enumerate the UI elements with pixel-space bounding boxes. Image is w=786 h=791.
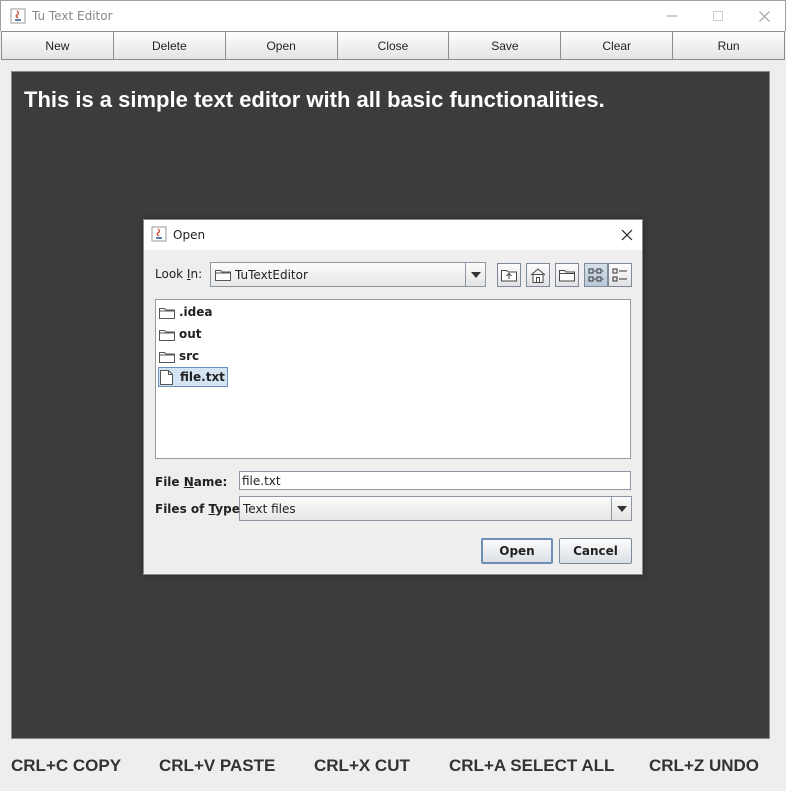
- file-type-combo[interactable]: Text files: [239, 496, 632, 521]
- shortcut-copy: CRL+C COPY: [11, 756, 122, 775]
- folder-icon: [159, 307, 175, 319]
- file-name-text: file.txt: [180, 370, 225, 384]
- close-window-button[interactable]: [741, 1, 786, 31]
- details-view-button[interactable]: [608, 263, 632, 287]
- dialog-title: Open: [173, 228, 206, 242]
- file-list[interactable]: .idea out src file.txt: [155, 299, 631, 459]
- up-one-level-icon: [501, 270, 517, 282]
- list-item-folder[interactable]: src: [158, 346, 201, 366]
- list-item-folder[interactable]: out: [158, 324, 204, 344]
- home-button[interactable]: [526, 263, 550, 287]
- shortcut-cut: CRL+X CUT: [314, 756, 410, 775]
- dialog-open-button[interactable]: Open: [481, 538, 553, 564]
- maximize-button[interactable]: [695, 1, 741, 31]
- close-icon: [758, 10, 770, 22]
- dialog-close-button[interactable]: [618, 226, 636, 244]
- file-type-value: Text files: [243, 501, 296, 516]
- list-item-folder[interactable]: .idea: [158, 302, 215, 322]
- new-button[interactable]: New: [1, 31, 113, 60]
- folder-icon: [159, 351, 175, 363]
- file-type-dropdown-arrow[interactable]: [611, 497, 631, 520]
- shortcut-undo: CRL+Z UNDO: [649, 756, 760, 775]
- new-folder-button[interactable]: [555, 263, 579, 287]
- clear-button[interactable]: Clear: [560, 31, 673, 60]
- shortcut-select-all: CRL+A SELECT ALL: [449, 756, 615, 775]
- close-button[interactable]: Close: [336, 31, 449, 60]
- delete-button[interactable]: Delete: [112, 31, 225, 60]
- home-icon: [530, 267, 546, 283]
- file-name-text: .idea: [179, 305, 213, 319]
- dialog-cancel-button[interactable]: Cancel: [559, 538, 632, 564]
- list-item-file-selected[interactable]: file.txt: [158, 367, 228, 387]
- run-button[interactable]: Run: [672, 31, 786, 60]
- list-view-button[interactable]: [584, 263, 608, 287]
- list-view-icon: [588, 268, 604, 282]
- file-name-text: src: [179, 349, 200, 363]
- folder-icon: [215, 270, 231, 281]
- file-type-label: Files of Type:: [155, 502, 245, 516]
- folder-icon: [159, 329, 175, 341]
- java-app-icon: [10, 8, 26, 24]
- look-in-dropdown-arrow[interactable]: [465, 263, 485, 286]
- editor-text: This is a simple text editor with all ba…: [24, 87, 605, 112]
- main-toolbar: New Delete Open Close Save Clear Run: [1, 31, 786, 60]
- look-in-value: TuTextEditor: [235, 267, 308, 282]
- file-name-text: out: [179, 327, 202, 341]
- file-name-label: File Name:: [155, 475, 228, 489]
- open-button[interactable]: Open: [224, 31, 337, 60]
- look-in-label: Look In:: [155, 267, 203, 281]
- maximize-icon: [713, 11, 723, 21]
- minimize-icon: [667, 15, 677, 17]
- shortcut-bar: CRL+C COPY CRL+V PASTE CRL+X CUT CRL+A S…: [0, 756, 786, 780]
- file-icon: [160, 369, 173, 385]
- window-title: Tu Text Editor: [32, 9, 113, 23]
- file-name-input[interactable]: file.txt: [239, 471, 631, 490]
- details-view-icon: [612, 268, 627, 282]
- save-button[interactable]: Save: [448, 31, 561, 60]
- new-folder-icon: [559, 270, 575, 282]
- shortcut-paste: CRL+V PASTE: [159, 756, 276, 775]
- dialog-title-bar: Open: [144, 220, 642, 250]
- look-in-combo[interactable]: TuTextEditor: [210, 262, 486, 287]
- window-title-bar: Tu Text Editor: [0, 0, 786, 31]
- chevron-down-icon: [616, 505, 627, 512]
- chevron-down-icon: [470, 271, 481, 278]
- up-one-level-button[interactable]: [497, 263, 521, 287]
- java-app-icon: [151, 226, 167, 242]
- minimize-button[interactable]: [649, 1, 695, 31]
- close-icon: [621, 229, 633, 241]
